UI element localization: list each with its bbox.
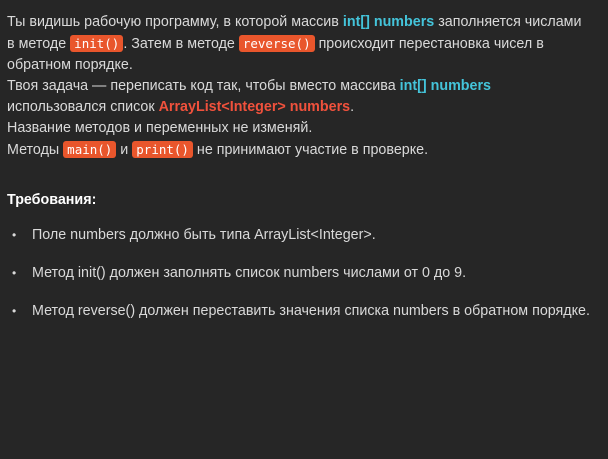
- bullet-icon: •: [12, 228, 17, 242]
- requirement-text: Метод init() должен заполнять список num…: [32, 265, 467, 281]
- text-fragment: Твоя задача — переписать код так, чтобы …: [7, 78, 400, 94]
- text-fragment: .: [350, 99, 355, 115]
- bullet-icon: •: [12, 304, 17, 318]
- task-panel: Ты видишь рабочую программу, в которой м…: [0, 0, 608, 459]
- text-fragment: Методы: [7, 142, 64, 158]
- code-main-method: main(): [63, 141, 117, 158]
- requirement-text: Поле numbers должно быть типа ArrayList<…: [32, 227, 376, 243]
- text-fragment: Название методов и переменных не изменяй…: [7, 120, 313, 136]
- description-paragraph-1: Ты видишь рабочую программу, в которой м…: [7, 12, 592, 76]
- description-paragraph-4: Методы main() и print() не принимают уча…: [7, 139, 592, 161]
- requirements-list: • Поле numbers должно быть типа ArrayList…: [7, 224, 592, 322]
- text-fragment: не принимают участие в проверке.: [192, 142, 429, 158]
- requirement-text: Метод reverse() должен переставить значе…: [32, 303, 590, 319]
- requirement-item: • Поле numbers должно быть типа ArrayList…: [7, 224, 592, 246]
- variable-int-array: int[] numbers: [399, 78, 491, 94]
- variable-arraylist: ArrayList<Integer> numbers: [158, 99, 351, 115]
- text-fragment: и: [116, 142, 133, 158]
- code-print-method: print(): [132, 141, 193, 158]
- bullet-icon: •: [12, 266, 17, 280]
- text-fragment: . Затем в методе: [123, 36, 239, 52]
- description-paragraph-3: Название методов и переменных не изменяй…: [7, 118, 592, 139]
- code-reverse-method: reverse(): [238, 35, 315, 52]
- requirement-item: • Метод reverse() должен переставить знач…: [7, 300, 592, 322]
- code-init-method: init(): [70, 35, 124, 52]
- requirement-item: • Метод init() должен заполнять список nu…: [7, 262, 592, 284]
- description-paragraph-2: Твоя задача — переписать код так, чтобы …: [7, 76, 592, 118]
- text-fragment: использовался список: [7, 99, 159, 115]
- task-description: Ты видишь рабочую программу, в которой м…: [7, 12, 592, 161]
- requirements-title: Требования:: [7, 192, 97, 208]
- variable-int-array: int[] numbers: [342, 14, 435, 30]
- text-fragment: Ты видишь рабочую программу, в которой м…: [7, 14, 343, 30]
